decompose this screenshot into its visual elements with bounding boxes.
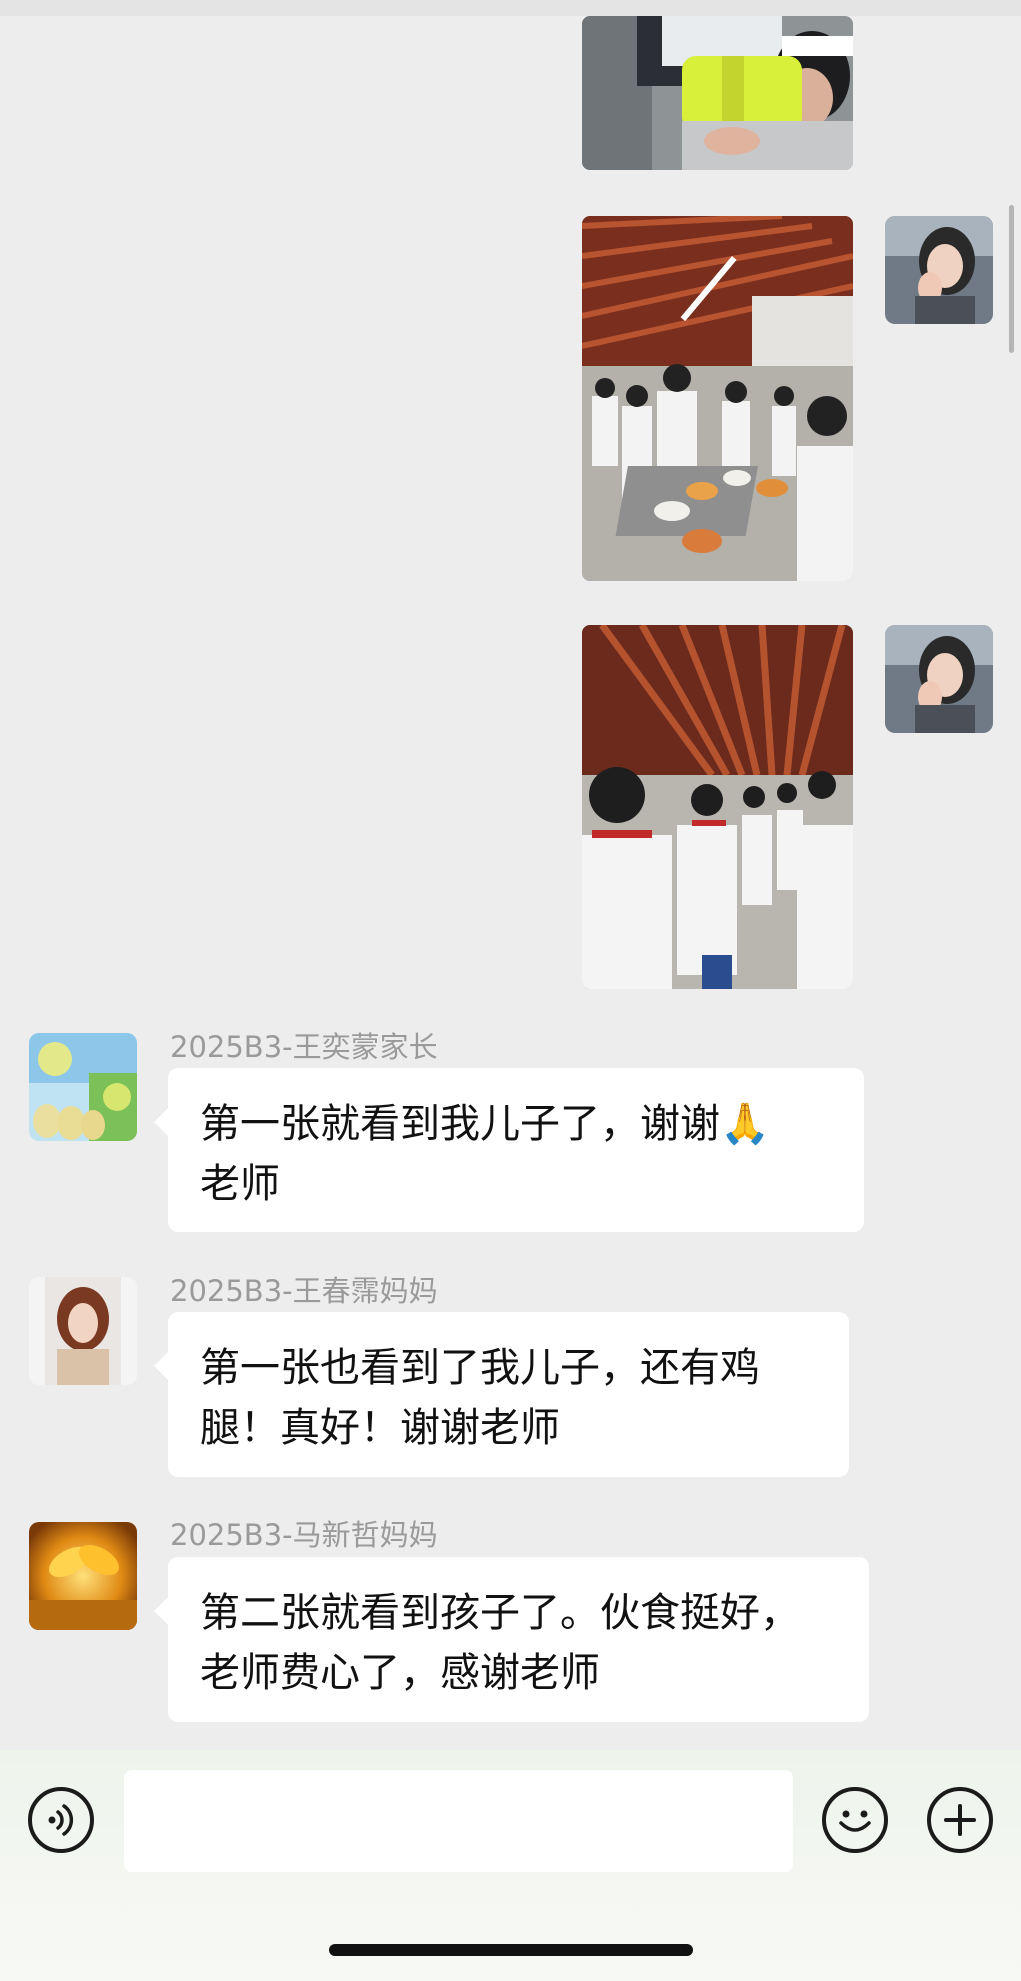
message-line: 老师 — [200, 1161, 280, 1207]
message-line: 第一张就看到我儿子了，谢谢🙏 — [200, 1101, 770, 1147]
sender-avatar-2[interactable] — [29, 1277, 137, 1385]
emoji-button[interactable] — [822, 1787, 888, 1853]
pear-fruit-avatar-icon — [29, 1033, 137, 1141]
photo-cafeteria-food-line-icon — [582, 216, 853, 581]
selfie-avatar-icon — [885, 625, 993, 733]
sender-name: 2025B3-王奕蒙家长 — [170, 1030, 438, 1064]
message-bubble[interactable]: 第一张也看到了我儿子，还有鸡 腿！真好！谢谢老师 — [154, 1312, 849, 1477]
plus-button[interactable] — [927, 1787, 993, 1853]
sender-avatar-3[interactable] — [29, 1522, 137, 1630]
message-line: 老师费心了，感谢老师 — [200, 1650, 600, 1696]
message-line: 第二张就看到孩子了。伙食挺好， — [200, 1590, 800, 1636]
plus-icon — [944, 1804, 976, 1836]
sender-name: 2025B3-马新哲妈妈 — [170, 1518, 438, 1552]
message-input[interactable] — [124, 1770, 793, 1872]
sender-name: 2025B3-王春霈妈妈 — [170, 1274, 438, 1308]
woman-portrait-avatar-icon — [29, 1277, 137, 1385]
emoji-icon — [839, 1810, 871, 1832]
message-bubble[interactable]: 第二张就看到孩子了。伙食挺好， 老师费心了，感谢老师 — [154, 1557, 869, 1722]
sender-avatar-1[interactable] — [29, 1033, 137, 1141]
photo-cafeteria-students-standing-icon — [582, 625, 853, 989]
scrollbar[interactable] — [1009, 205, 1014, 353]
own-avatar-1[interactable] — [885, 216, 993, 324]
sent-photo-3[interactable] — [582, 625, 853, 989]
chat-area[interactable]: 2025B3-王奕蒙家长 第一张就看到我儿子了，谢谢🙏 老师 2025B3-王春… — [0, 0, 1021, 1750]
selfie-avatar-icon — [885, 216, 993, 324]
photo-students-cafeteria-crop-icon — [582, 16, 853, 170]
voice-icon — [48, 1804, 74, 1836]
home-indicator[interactable] — [329, 1944, 693, 1956]
status-strip — [0, 0, 1021, 16]
message-line: 第一张也看到了我儿子，还有鸡 — [200, 1345, 760, 1391]
sent-photo-1[interactable] — [582, 16, 853, 170]
message-bubble[interactable]: 第一张就看到我儿子了，谢谢🙏 老师 — [154, 1068, 864, 1232]
own-avatar-2[interactable] — [885, 625, 993, 733]
message-line: 腿！真好！谢谢老师 — [200, 1405, 560, 1451]
voice-button[interactable] — [28, 1787, 94, 1853]
sent-photo-2[interactable] — [582, 216, 853, 581]
golden-fish-avatar-icon — [29, 1522, 137, 1630]
